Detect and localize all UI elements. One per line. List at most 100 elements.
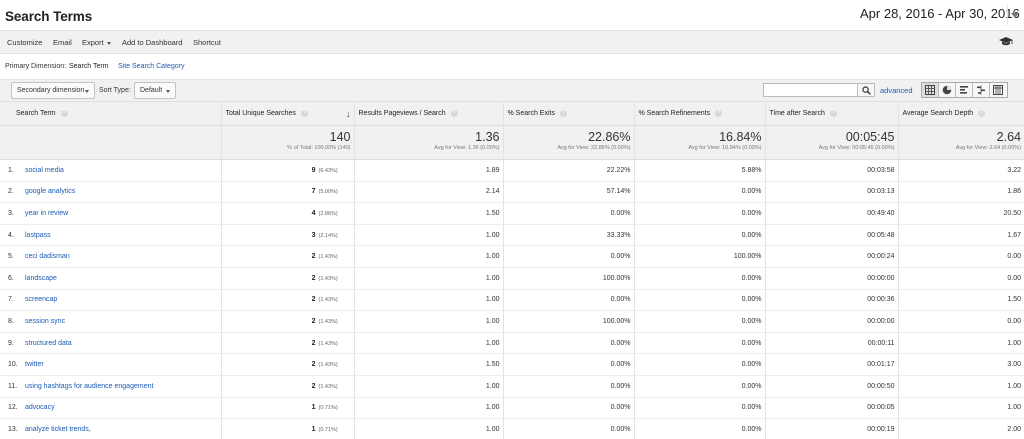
column-header-time-after-search[interactable]: Time after Search?	[765, 101, 899, 126]
unique-searches-percent: (1.43%)	[318, 275, 338, 282]
sort-type-value: Default	[140, 87, 163, 94]
add-to-dashboard-button[interactable]: Add to Dashboard	[122, 38, 182, 47]
help-icon[interactable]: ?	[60, 110, 68, 117]
search-button[interactable]	[857, 83, 875, 97]
chevron-down-icon	[106, 41, 111, 45]
table-row: 7. screencap 2 (1.43%) 1.00 0.00% 0.00% 00…	[0, 289, 1024, 312]
search-term-link[interactable]: using hashtags for audience engagement	[25, 383, 153, 390]
unique-searches-cell: 1 (0.71%)	[221, 418, 355, 439]
column-header-average-search-depth[interactable]: Average Search Depth?	[898, 101, 1024, 126]
percentage-view-button[interactable]	[939, 83, 956, 97]
graduation-cap-icon[interactable]	[999, 37, 1013, 47]
primary-dimension-site-search-category[interactable]: Site Search Category	[118, 63, 185, 70]
search-term-link[interactable]: ceci dadisman	[25, 253, 70, 260]
search-term-cell: 7. screencap	[0, 289, 222, 312]
search-term-link[interactable]: lastpass	[25, 232, 51, 239]
unique-searches-cell: 2 (1.43%)	[221, 375, 355, 398]
secondary-dimension-label: Secondary dimension	[17, 87, 85, 94]
email-button[interactable]: Email	[53, 38, 72, 47]
search-term-link[interactable]: structured data	[25, 340, 72, 347]
time-after-search-cell: 00:00:19	[765, 418, 899, 439]
primary-dimension-label: Primary Dimension:	[5, 63, 67, 70]
date-range-picker[interactable]: Apr 28, 2016 - Apr 30, 2016	[860, 6, 1020, 21]
help-icon[interactable]: ?	[829, 110, 837, 117]
search-exits-cell: 33.33%	[503, 224, 635, 247]
table-row: 3. year in review 4 (2.86%) 1.50 0.00% 0.0…	[0, 202, 1024, 225]
help-icon[interactable]: ?	[978, 110, 986, 117]
date-range-dropdown-caret[interactable]	[1007, 5, 1021, 25]
column-header-label: Average Search Depth	[902, 110, 974, 117]
table-row: 4. lastpass 3 (2.14%) 1.00 33.33% 0.00% 00…	[0, 224, 1024, 247]
search-term-link[interactable]: analyze ticket trends,	[25, 426, 91, 433]
primary-dimension-current: Search Term	[69, 63, 109, 70]
search-term-link[interactable]: social media	[25, 167, 64, 174]
summary-subtext: Avg for View: 22.86% (0.00%)	[557, 145, 631, 151]
unique-searches-percent: (1.43%)	[318, 254, 338, 261]
search-term-cell: 10. twitter	[0, 353, 222, 376]
pivot-view-button[interactable]	[990, 83, 1007, 97]
help-icon[interactable]: ?	[715, 110, 723, 117]
average-search-depth-cell: 2.00	[898, 418, 1024, 439]
column-header-label: Results Pageviews / Search	[358, 110, 446, 117]
table-row: 12. advocacy 1 (0.71%) 1.00 0.00% 0.00% 00…	[0, 397, 1024, 420]
search-term-link[interactable]: advocacy	[25, 404, 55, 411]
summary-total-unique-searches: 140% of Total: 100.00% (140)	[221, 125, 355, 160]
summary-value: 140	[329, 130, 351, 144]
row-number: 6.	[8, 274, 14, 282]
search-term-cell: 13. analyze ticket trends,	[0, 418, 222, 439]
shortcut-button[interactable]: Shortcut	[193, 38, 221, 47]
search-refinements-cell: 5.88%	[634, 159, 766, 182]
column-header-total-unique-searches[interactable]: Total Unique Searches? ↓	[221, 101, 355, 126]
search-term-link[interactable]: google analytics	[25, 188, 75, 195]
summary-results-pageviews: 1.36 Avg for View: 1.36 (0.00%)	[354, 125, 504, 160]
table-row: 8. session sync 2 (1.43%) 1.00 100.00% 0.0…	[0, 310, 1024, 333]
customize-button[interactable]: Customize	[7, 38, 42, 47]
summary-subtext: Avg for View: 1.36 (0.00%)	[434, 145, 500, 151]
column-header-search-refinements[interactable]: % Search Refinements?	[634, 101, 766, 126]
row-number: 10.	[8, 361, 18, 369]
unique-searches-cell: 2 (1.43%)	[221, 310, 355, 333]
search-term-cell: 3. year in review	[0, 202, 222, 225]
column-header-label: Time after Search	[769, 110, 825, 117]
search-term-link[interactable]: session sync	[25, 318, 65, 325]
search-term-link[interactable]: year in review	[25, 210, 68, 217]
help-icon[interactable]: ?	[300, 110, 308, 117]
search-term-link[interactable]: twitter	[25, 361, 44, 368]
secondary-dimension-select[interactable]: Secondary dimension	[11, 82, 95, 99]
average-search-depth-cell: 3.00	[898, 353, 1024, 376]
summary-value: 2.64	[996, 130, 1021, 144]
column-header-search-exits[interactable]: % Search Exits?	[503, 101, 635, 126]
unique-searches-value: 3	[311, 231, 316, 239]
advanced-filter-link[interactable]: advanced	[880, 86, 913, 95]
comparison-view-button[interactable]	[973, 83, 990, 97]
time-after-search-cell: 00:00:11	[765, 332, 899, 355]
unique-searches-percent: (1.43%)	[318, 362, 338, 369]
row-number: 2.	[8, 188, 14, 196]
table-search-input[interactable]	[763, 83, 858, 97]
search-exits-cell: 0.00%	[503, 375, 635, 398]
performance-view-button[interactable]	[956, 83, 973, 97]
search-exits-cell: 0.00%	[503, 202, 635, 225]
search-term-link[interactable]: screencap	[25, 296, 57, 303]
results-pageviews-cell: 1.00	[354, 267, 504, 290]
sort-type-select[interactable]: Default	[134, 82, 176, 99]
row-number: 12.	[8, 404, 18, 412]
search-refinements-cell: 0.00%	[634, 375, 766, 398]
unique-searches-cell: 7 (5.00%)	[221, 181, 355, 204]
search-term-cell: 5. ceci dadisman	[0, 245, 222, 268]
column-header-results-pageviews[interactable]: Results Pageviews / Search?	[354, 101, 504, 126]
column-header-search-term[interactable]: Search Term?	[0, 101, 222, 126]
search-term-link[interactable]: landscape	[25, 275, 57, 282]
table-grid-icon	[925, 85, 935, 95]
unique-searches-percent: (6.43%)	[318, 167, 338, 174]
help-icon[interactable]: ?	[559, 110, 567, 117]
summary-subtext: Avg for View: 16.84% (0.00%)	[688, 145, 762, 151]
time-after-search-cell: 00:00:24	[765, 245, 899, 268]
data-table-view-button[interactable]	[922, 83, 939, 97]
export-button[interactable]: Export	[82, 38, 111, 47]
search-exits-cell: 100.00%	[503, 267, 635, 290]
table-row: 13. analyze ticket trends, 1 (0.71%) 1.00 …	[0, 418, 1024, 439]
unique-searches-value: 9	[311, 166, 316, 174]
unique-searches-cell: 2 (1.43%)	[221, 289, 355, 312]
help-icon[interactable]: ?	[450, 110, 458, 117]
